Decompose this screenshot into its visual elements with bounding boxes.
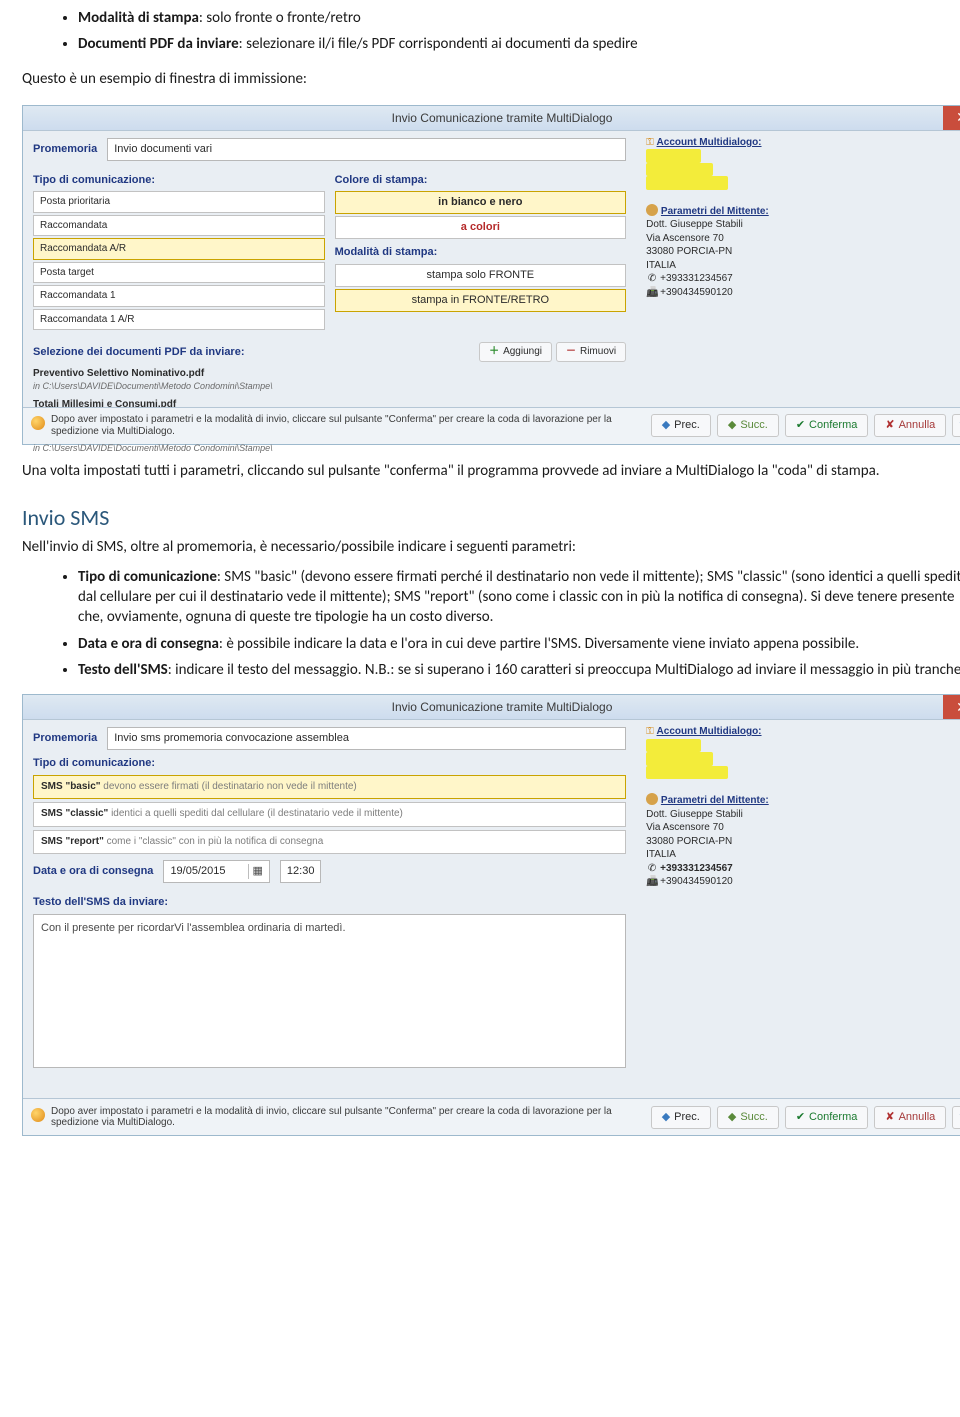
arrow-left-icon: ◆ [662,418,670,433]
color-label: Colore di stampa: [335,173,627,188]
bullet-label: Documenti PDF da inviare [78,35,239,53]
tipocom-label: Tipo di comunicazione: [33,756,626,771]
screenshot-invio-posta: Invio Comunicazione tramite MultiDialogo… [22,105,960,445]
sender-label: Parametri del Mittente: [661,206,769,217]
cancel-button[interactable]: ✘Annulla [874,1106,946,1129]
bullet-label: Data e ora di consegna [78,635,219,653]
close-icon[interactable]: ✕ [943,695,960,719]
promemoria-input[interactable]: Invio sms promemoria convocazione assemb… [107,727,626,750]
sms-intro-paragraph: Nell'invio di SMS, oltre al promemoria, … [22,537,960,557]
modalita-option[interactable]: stampa solo FRONTE [335,264,627,287]
dataora-label: Data e ora di consegna [33,864,153,879]
person-icon [646,793,658,805]
dialog-footer: Dopo aver impostato i parametri e la mod… [23,407,960,444]
pdf-section-label: Selezione dei documenti PDF da inviare: [33,345,475,360]
next-button[interactable]: ◆Succ. [717,414,779,437]
window-title: Invio Comunicazione tramite MultiDialogo [392,700,613,714]
list-item: Modalità di stampa: solo fronte o fronte… [78,8,960,28]
file-name[interactable]: Preventivo Selettivo Nominativo.pdf [33,367,626,381]
sms-type-option[interactable]: SMS "classic" identici a quelli spediti … [33,802,626,827]
phone-icon: ✆ [646,862,658,876]
sender-panel: Parametri del Mittente: Dott. Giuseppe S… [646,793,960,889]
person-icon [646,204,658,216]
bullet-label: Tipo di comunicazione [78,568,217,586]
fax-icon: 📠 [646,875,658,889]
bullet-label: Modalità di stampa [78,9,199,27]
help-button[interactable]: ? [952,414,960,437]
plus-icon: ＋ [489,345,499,359]
sender-panel: Parametri del Mittente: Dott. Giuseppe S… [646,204,960,300]
help-button[interactable]: ? [952,1106,960,1129]
paragraph-after-shot1: Una volta impostati tutti i parametri, c… [22,461,960,481]
check-icon: ✔ [796,1110,805,1125]
list-item: Documenti PDF da inviare: selezionare il… [78,34,960,54]
fax-icon: 📠 [646,286,658,300]
footer-hint: Dopo aver impostato i parametri e la mod… [31,414,645,437]
account-panel: ⚿ Account Multidialogo: xxxxxxxxxxx xxxx… [646,136,960,190]
tipocom-option[interactable]: Raccomandata 1 [33,285,325,307]
file-path: in C:\Users\DAVIDE\Documenti\Metodo Cond… [33,380,626,392]
close-icon[interactable]: ✕ [943,106,960,130]
sms-type-option[interactable]: SMS "basic" devono essere firmati (il de… [33,775,626,800]
sms-bullet-list: Tipo di comunicazione: SMS "basic" (devo… [78,567,960,680]
tipocom-option[interactable]: Raccomandata 1 A/R [33,309,325,331]
confirm-button[interactable]: ✔Conferma [785,1106,869,1129]
modalita-label: Modalità di stampa: [335,245,627,260]
promemoria-input[interactable]: Invio documenti vari [107,138,626,161]
account-label: Account Multidialogo: [657,726,762,737]
key-icon: ⚿ [646,726,654,737]
arrow-right-icon: ◆ [728,418,736,433]
sms-message-textarea[interactable]: Con il presente per ricordarVi l'assembl… [33,914,626,1068]
intro-paragraph: Questo è un esempio di finestra di immis… [22,69,960,89]
tipocom-option[interactable]: Raccomandata A/R [33,238,325,260]
screenshot-invio-sms: Invio Comunicazione tramite MultiDialogo… [22,694,960,1136]
promemoria-label: Promemoria [33,142,97,157]
section-heading-sms: Invio SMS [22,503,960,533]
tipocom-option[interactable]: Raccomandata [33,215,325,237]
check-icon: ✔ [796,418,805,433]
x-icon: ✘ [885,418,894,433]
key-icon: ⚿ [646,137,654,148]
tipocom-option[interactable]: Posta target [33,262,325,284]
colorprint-option[interactable]: a colori [335,216,627,239]
calendar-icon[interactable]: ▦ [248,864,263,879]
x-icon: ✘ [885,1110,894,1125]
sender-label: Parametri del Mittente: [661,795,769,806]
arrow-right-icon: ◆ [728,1110,736,1125]
promemoria-label: Promemoria [33,731,97,746]
msg-label: Testo dell'SMS da inviare: [33,895,626,910]
remove-file-button[interactable]: －Rimuovi [556,342,626,362]
minus-icon: － [566,345,576,359]
colorprint-option[interactable]: in bianco e nero [335,191,627,214]
phone-icon: ✆ [646,272,658,286]
modalita-option[interactable]: stampa in FRONTE/RETRO [335,289,627,312]
time-input[interactable]: 12:30 [280,860,322,883]
top-bullet-list: Modalità di stampa: solo fronte o fronte… [78,8,960,55]
footer-hint: Dopo aver impostato i parametri e la mod… [31,1106,645,1129]
account-label: Account Multidialogo: [657,137,762,148]
prev-button[interactable]: ◆Prec. [651,414,711,437]
window-title: Invio Comunicazione tramite MultiDialogo [392,111,613,125]
bullet-label: Testo dell'SMS [78,661,168,679]
sms-type-option[interactable]: SMS "report" come i "classic" con in più… [33,830,626,855]
confirm-button[interactable]: ✔Conferma [785,414,869,437]
arrow-left-icon: ◆ [662,1110,670,1125]
list-item: Testo dell'SMS: indicare il testo del me… [78,660,960,680]
account-panel: ⚿ Account Multidialogo: xxxxxxxxxxx xxxx… [646,725,960,779]
list-item: Data e ora di consegna: è possibile indi… [78,634,960,654]
cancel-button[interactable]: ✘Annulla [874,414,946,437]
tipocom-option[interactable]: Posta prioritaria [33,191,325,213]
next-button[interactable]: ◆Succ. [717,1106,779,1129]
prev-button[interactable]: ◆Prec. [651,1106,711,1129]
tipocom-label: Tipo di comunicazione: [33,173,325,188]
list-item: Tipo di comunicazione: SMS "basic" (devo… [78,567,960,628]
dialog-footer: Dopo aver impostato i parametri e la mod… [23,1098,960,1135]
add-file-button[interactable]: ＋Aggiungi [479,342,552,362]
date-input[interactable]: 19/05/2015▦ [163,860,269,883]
